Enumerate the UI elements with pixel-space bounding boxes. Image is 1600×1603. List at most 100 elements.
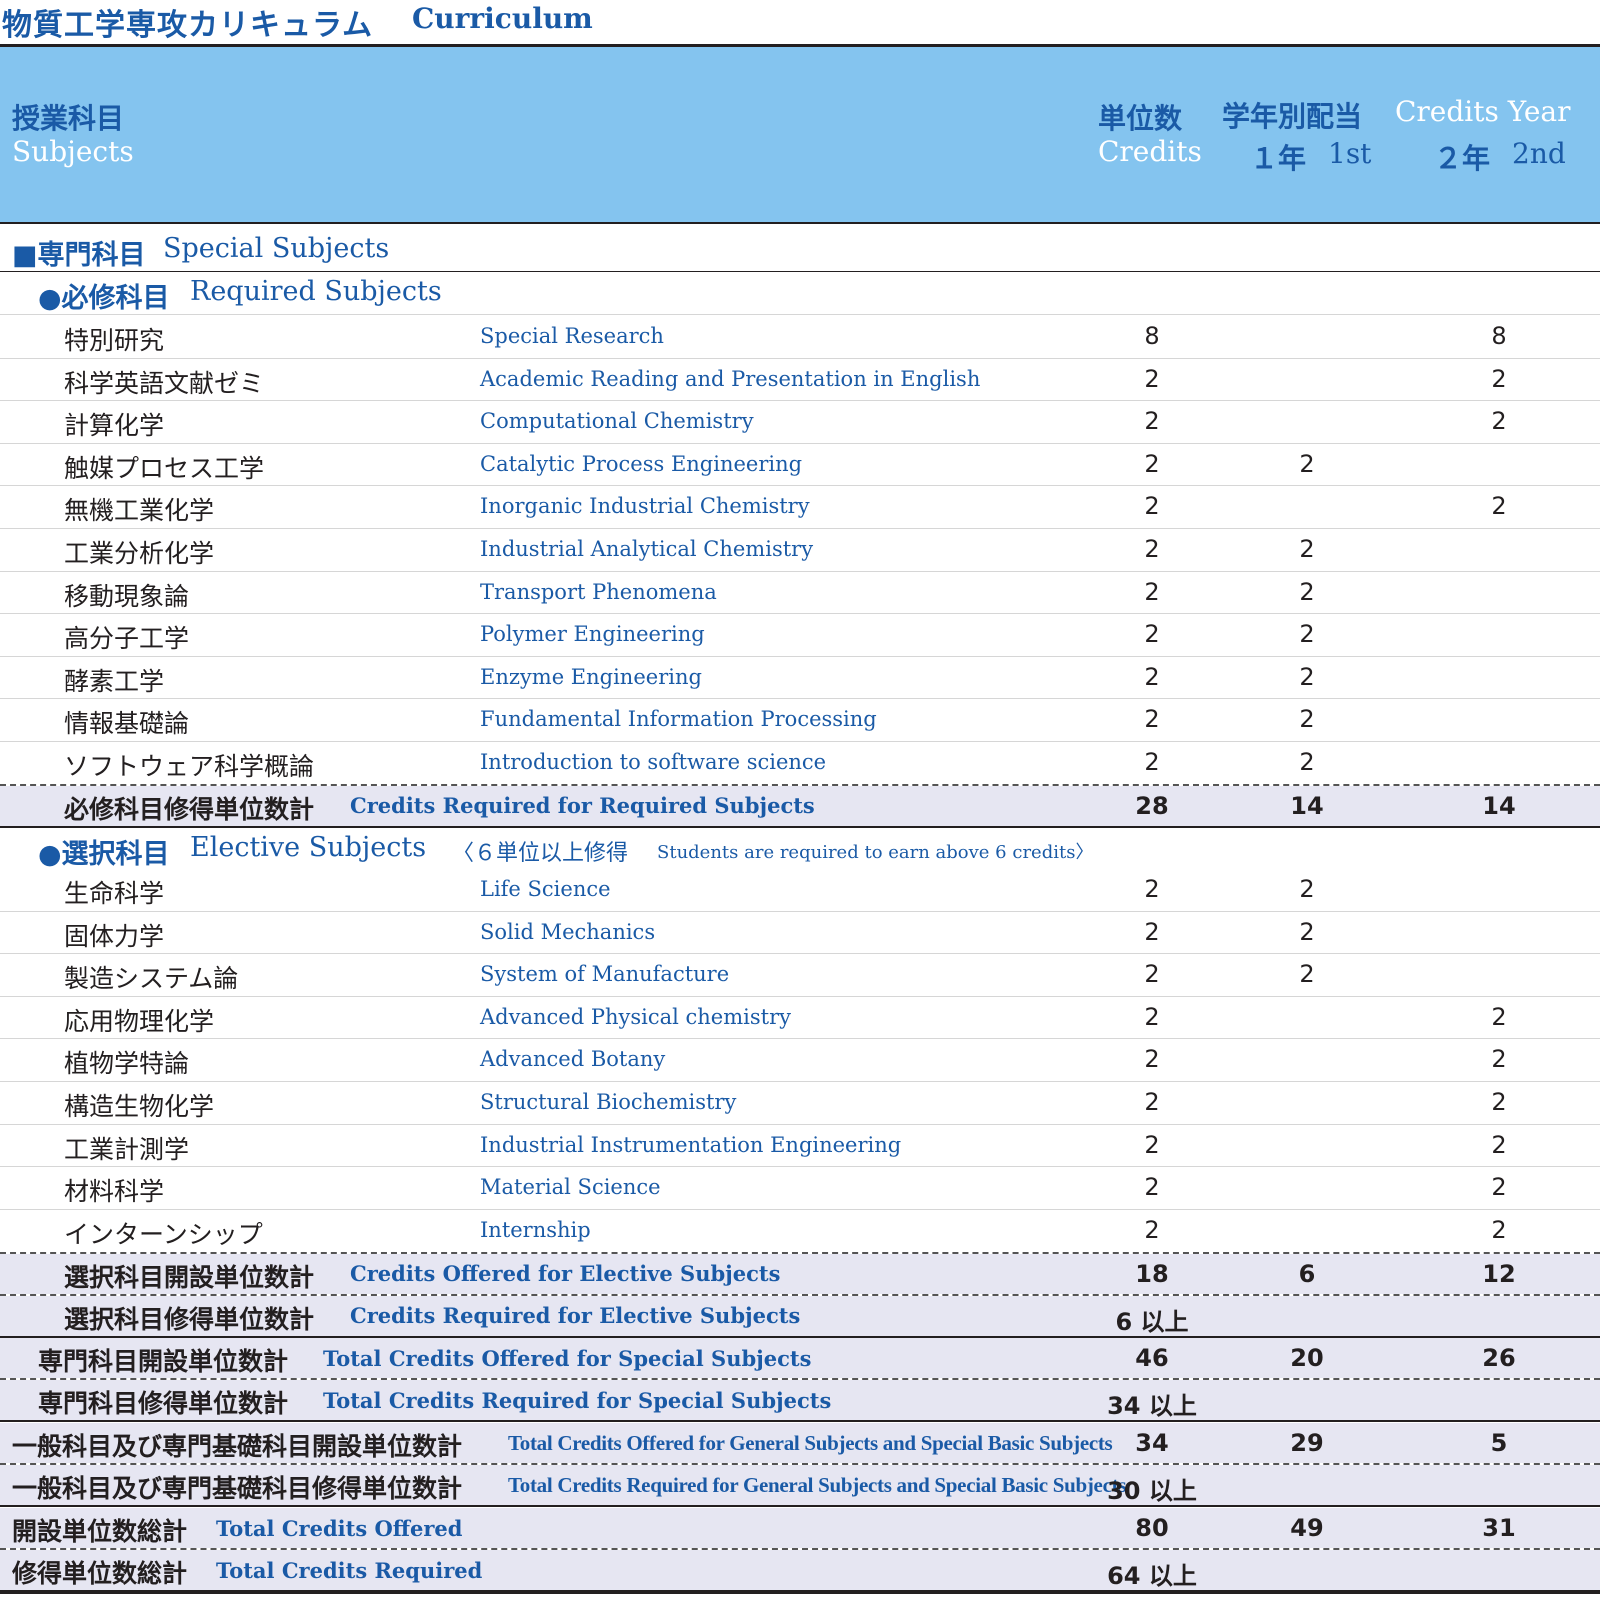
subject-name-jp: 科学英語文献ゼミ: [64, 368, 265, 398]
credits-value: 2: [1144, 748, 1160, 776]
credits-value: 2: [1144, 1215, 1160, 1244]
credits-value: 8: [1144, 322, 1160, 350]
subject-name-en: Advanced Physical chemistry: [480, 1004, 791, 1029]
row-label-jp: 選択科目開設単位数計: [64, 1263, 315, 1292]
elective-note-jp: 〈６単位以上修得: [452, 841, 629, 866]
section-special-jp: ■専門科目: [12, 240, 146, 271]
table-row: 植物学特論 Advanced Botany 2 2: [0, 1039, 1600, 1081]
divider: [0, 1505, 1600, 1507]
subject-name-jp: 植物学特論: [64, 1049, 190, 1079]
subject-name-jp: 固体力学: [64, 921, 165, 951]
table-row: 固体力学 Solid Mechanics 2 2: [0, 912, 1600, 954]
divider: [0, 1420, 1600, 1422]
year2-value: 2: [1491, 492, 1507, 521]
year2-value: 2: [1491, 1088, 1507, 1116]
row-label-en: Total Credits Required: [216, 1558, 483, 1583]
credits-value: 28: [1135, 792, 1169, 820]
total-row: 一般科目及び専門基礎科目修得単位数計 Total Credits Required…: [0, 1465, 1600, 1505]
subsection-required-jp: ●必修科目: [38, 283, 170, 314]
credits-value: 2: [1144, 449, 1160, 478]
table-row: 生命科学 Life Science 2 2: [0, 869, 1600, 911]
year1-value: 2: [1299, 875, 1315, 903]
year1-value: 2: [1299, 748, 1315, 776]
credits-value: 2: [1144, 1002, 1160, 1031]
year2-value: 2: [1491, 1002, 1507, 1031]
header-subjects-en: Subjects: [12, 135, 134, 168]
credits-value: 2: [1144, 1130, 1160, 1159]
header-year2: ２年: [1434, 142, 1491, 175]
credits-value: 2: [1144, 875, 1160, 903]
year2-value: 31: [1482, 1514, 1516, 1542]
credits-value: 30 以上: [1107, 1477, 1197, 1505]
subject-name-en: Fundamental Information Processing: [480, 707, 877, 732]
subject-name-en: Solid Mechanics: [480, 919, 656, 944]
year2-value: 2: [1491, 1215, 1507, 1244]
year1-value: 6: [1298, 1260, 1316, 1288]
year2-value: 8: [1491, 322, 1507, 350]
row-label-en: Total Credits Offered: [216, 1516, 463, 1541]
subject-name-en: Transport Phenomena: [480, 579, 717, 604]
table-row: 構造生物化学 Structural Biochemistry 2 2: [0, 1082, 1600, 1124]
subject-name-en: Internship: [480, 1217, 591, 1242]
subject-name-en: Life Science: [480, 877, 611, 901]
header-subjects-jp: 授業科目: [12, 102, 125, 135]
subject-name-jp: 高分子工学: [64, 624, 190, 654]
credits-value: 2: [1144, 577, 1160, 606]
table-row: 応用物理化学 Advanced Physical chemistry 2 2: [0, 997, 1600, 1039]
total-row: 一般科目及び専門基礎科目開設単位数計 Total Credits Offered …: [0, 1423, 1600, 1463]
year1-value: 14: [1290, 792, 1324, 820]
row-label-jp: 専門科目開設単位数計: [38, 1347, 289, 1376]
subject-name-jp: 材料科学: [64, 1177, 165, 1207]
row-label-jp: 必修科目修得単位数計: [64, 795, 315, 824]
page-title: 物質工学専攻カリキュラム: [2, 8, 374, 43]
row-label-en: Total Credits Offered for General Subjec…: [508, 1431, 1113, 1455]
section-special-en: Special Subjects: [163, 233, 390, 264]
subject-name-en: Structural Biochemistry: [480, 1090, 737, 1114]
total-row: 開設単位数総計 Total Credits Offered 80 49 31: [0, 1508, 1600, 1548]
credits-value: 46: [1135, 1344, 1169, 1372]
subsection-required-en: Required Subjects: [190, 276, 442, 307]
credits-value: 2: [1144, 620, 1160, 649]
year1-value: 2: [1299, 960, 1315, 989]
subject-name-jp: 無機工業化学: [64, 496, 215, 526]
subject-name-jp: 情報基礎論: [64, 709, 190, 739]
page-title-en: Curriculum: [412, 2, 593, 35]
year1-value: 2: [1299, 620, 1315, 649]
credits-value: 2: [1144, 1173, 1160, 1202]
credits-value: 2: [1144, 960, 1160, 989]
subsection-required: ●必修科目 Required Subjects: [0, 272, 1600, 314]
credits-value: 34: [1135, 1429, 1169, 1457]
credits-value: 2: [1144, 492, 1160, 521]
elective-required-row: 選択科目修得単位数計 Credits Required for Elective…: [0, 1296, 1600, 1336]
subject-name-jp: 工業分析化学: [64, 539, 215, 568]
year1-value: 2: [1299, 449, 1315, 478]
section-special: ■専門科目 Special Subjects: [0, 228, 1600, 271]
divider: [0, 1590, 1600, 1594]
subject-name-jp: 製造システム論: [64, 964, 239, 994]
year1-value: 2: [1299, 535, 1315, 563]
row-label-jp: 開設単位数総計: [12, 1517, 188, 1546]
table-row: インターンシップ Internship 2 2: [0, 1210, 1600, 1252]
subject-name-en: Catalytic Process Engineering: [480, 451, 803, 476]
header-credits-jp: 単位数: [1098, 102, 1183, 135]
year1-value: 2: [1299, 662, 1315, 691]
table-row: 無機工業化学 Inorganic Industrial Chemistry 2 2: [0, 486, 1600, 528]
subject-name-jp: 酵素工学: [64, 666, 165, 696]
row-label-jp: 選択科目修得単位数計: [64, 1305, 315, 1334]
year2-value: 2: [1491, 1130, 1507, 1159]
subject-name-en: Polymer Engineering: [480, 622, 705, 647]
year2-value: 5: [1490, 1429, 1508, 1457]
row-label-jp: 一般科目及び専門基礎科目開設単位数計: [12, 1432, 463, 1461]
elective-note-en: Students are required to earn above 6 cr…: [657, 842, 1094, 863]
subject-name-jp: 工業計測学: [64, 1134, 190, 1164]
table-row: 酵素工学 Enzyme Engineering 2 2: [0, 657, 1600, 699]
row-label-en: Credits Required for Elective Subjects: [350, 1303, 801, 1328]
table-row: 製造システム論 System of Manufacture 2 2: [0, 954, 1600, 996]
year2-value: 26: [1482, 1344, 1516, 1372]
year1-value: 20: [1290, 1344, 1324, 1372]
credits-value: 2: [1144, 1088, 1160, 1116]
divider: [0, 314, 1600, 315]
subject-name-en: Industrial Analytical Chemistry: [480, 537, 814, 561]
year2-value: 2: [1491, 1173, 1507, 1202]
row-label-en: Credits Required for Required Subjects: [350, 793, 815, 818]
